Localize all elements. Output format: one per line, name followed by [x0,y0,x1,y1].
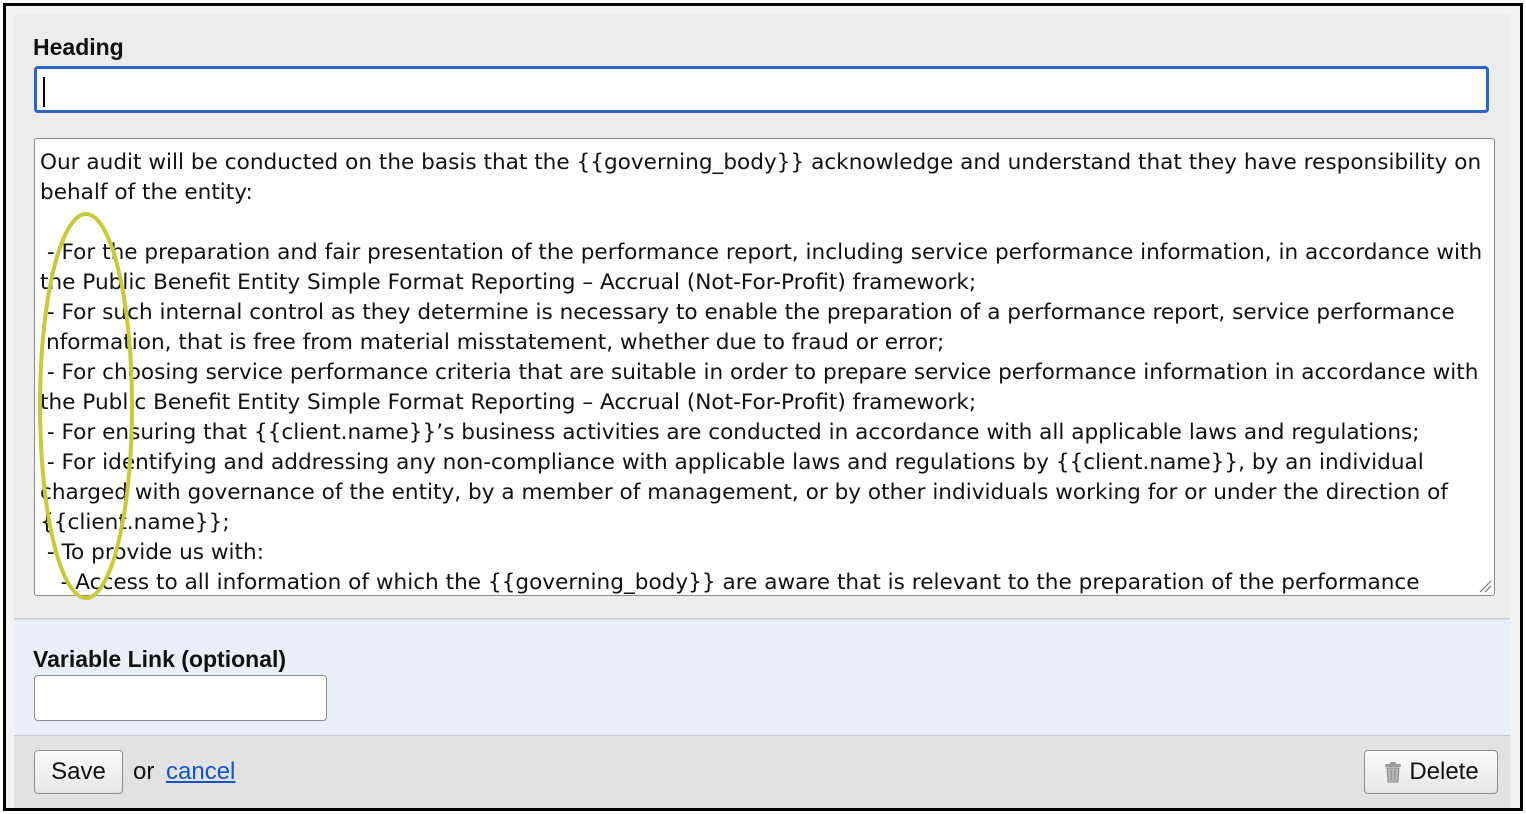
content-textarea[interactable]: Our audit will be conducted on the basis… [34,138,1495,596]
edit-panel: Heading Our audit will be conducted on t… [3,3,1523,811]
resize-handle-icon[interactable] [1478,579,1492,593]
or-text: or [133,758,155,785]
trash-icon [1385,762,1402,783]
delete-button-label: Delete [1409,758,1479,785]
heading-input[interactable] [34,66,1489,113]
heading-content-section: Heading Our audit will be conducted on t… [14,14,1510,619]
variable-link-label: Variable Link (optional) [33,646,287,672]
variable-link-input[interactable] [34,675,327,721]
cancel-link[interactable]: cancel [166,758,235,786]
save-button[interactable]: Save [34,750,123,794]
text-caret [43,77,45,107]
delete-button[interactable]: Delete [1364,750,1498,794]
variable-link-section: Variable Link (optional) [14,619,1510,736]
content-text: Our audit will be conducted on the basis… [40,150,1483,595]
heading-label: Heading [33,34,124,60]
form-footer: Save or cancel Delete [14,735,1510,808]
